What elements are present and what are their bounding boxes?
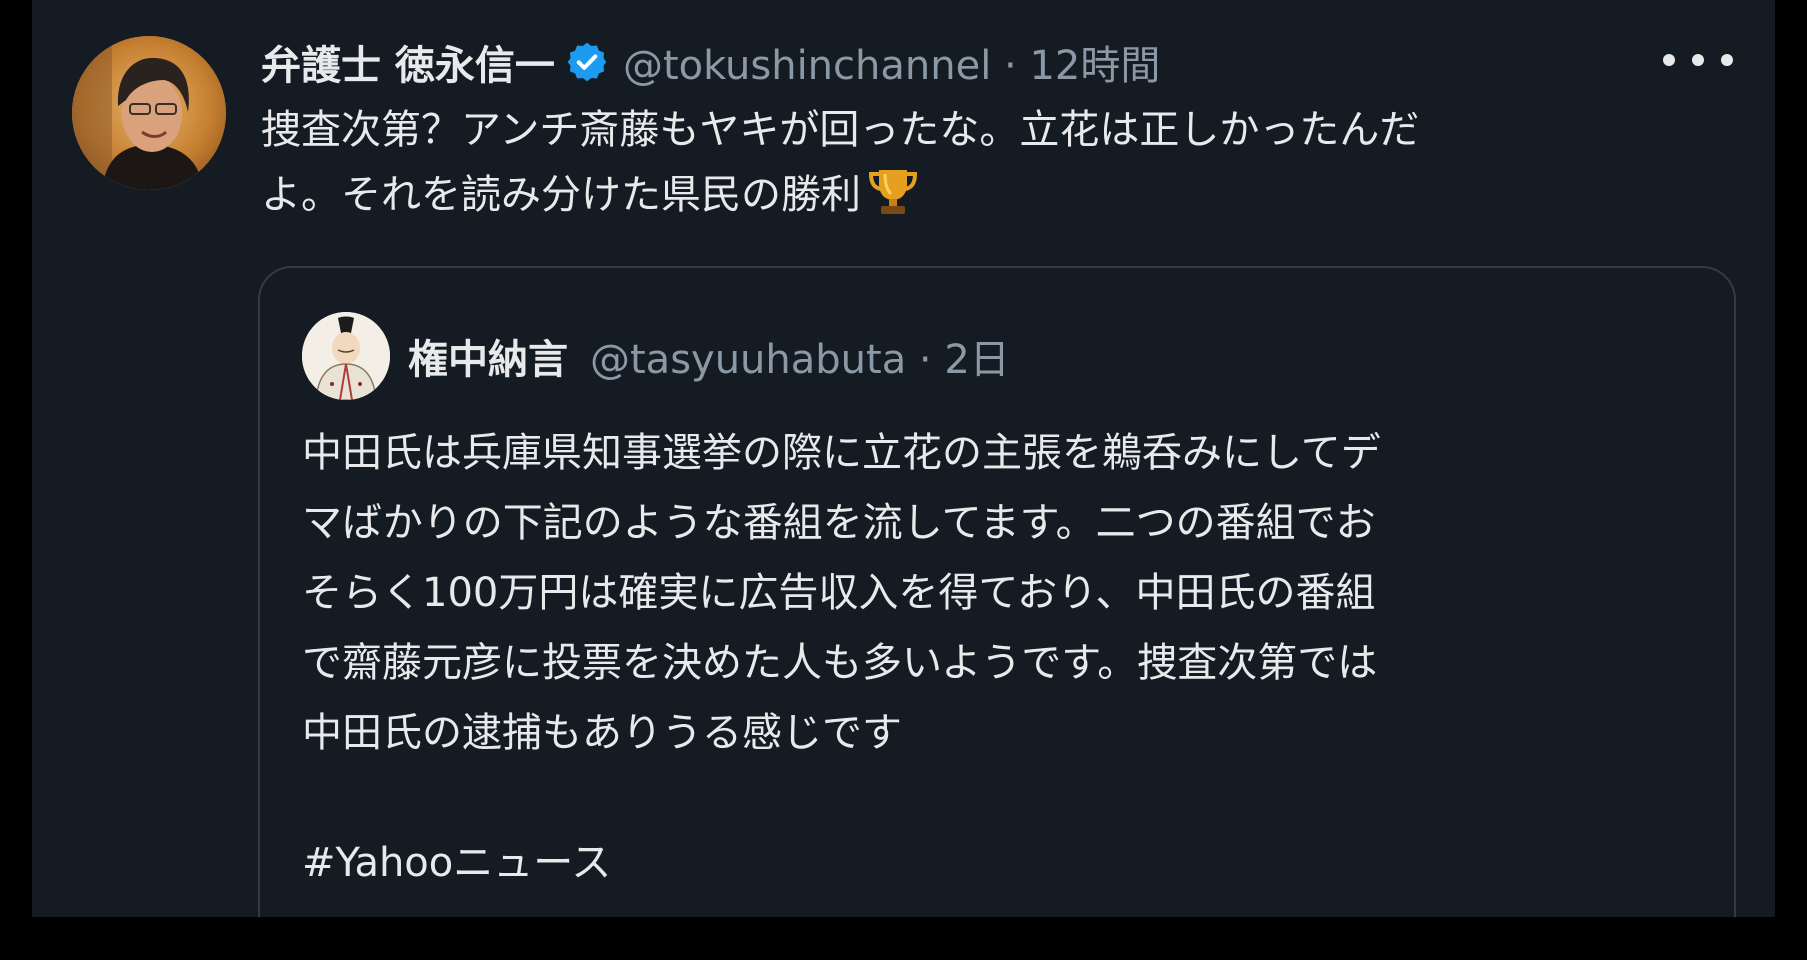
quoted-text-line: 中田氏は兵庫県知事選挙の際に立花の主張を鵜呑みにしてデ: [302, 430, 1381, 476]
more-options-icon[interactable]: [1663, 40, 1733, 80]
quoted-text-line: 中田氏の逮捕もありうる感じです: [302, 710, 902, 756]
tweet-text-line: 捜査次第？アンチ斎藤もヤキが回ったな。立花は正しかったんだ: [261, 107, 1420, 153]
tweet-header: 弁護士 徳永信一 @tokushinchannel · 12時間: [261, 32, 1160, 92]
quoted-author-avatar[interactable]: [302, 312, 390, 400]
more-dot: [1692, 54, 1704, 66]
quoted-author-display-name[interactable]: 権中納言: [408, 327, 568, 385]
quoted-text-line: で齋藤元彦に投票を決めた人も多いようです。捜査次第では: [302, 640, 1378, 686]
author-avatar-image: [72, 36, 226, 190]
more-dot: [1663, 54, 1675, 66]
tweet-text: 捜査次第？アンチ斎藤もヤキが回ったな。立花は正しかったんだ よ。それを読み分けた…: [261, 98, 1741, 227]
tweet-card[interactable]: 弁護士 徳永信一 @tokushinchannel · 12時間 捜査次第？アン…: [32, 0, 1775, 917]
quoted-tweet[interactable]: 権中納言 @tasyuuhabuta · 2日 中田氏は兵庫県知事選挙の際に立花…: [258, 266, 1736, 917]
quoted-tweet-text: 中田氏は兵庫県知事選挙の際に立花の主張を鵜呑みにしてデ マばかりの下記のような番…: [302, 418, 1702, 768]
more-dot: [1721, 54, 1733, 66]
author-handle-and-time[interactable]: @tokushinchannel · 12時間: [623, 33, 1160, 91]
verified-badge-icon: [565, 40, 609, 84]
author-avatar[interactable]: [72, 36, 226, 190]
quoted-hashtag-link[interactable]: #Yahooニュース: [302, 828, 611, 898]
quoted-text-line: そらく100万円は確実に広告収入を得ており、中田氏の番組: [302, 570, 1376, 616]
tweet-text-line: よ。それを読み分けた県民の勝利: [261, 172, 861, 218]
quoted-author-handle-and-time[interactable]: @tasyuuhabuta · 2日: [590, 327, 1010, 385]
author-display-name[interactable]: 弁護士 徳永信一: [261, 33, 555, 91]
trophy-icon: [865, 162, 921, 218]
tweet-text-line-with-emoji: よ。それを読み分けた県民の勝利: [261, 162, 1741, 227]
quoted-tweet-header: 権中納言 @tasyuuhabuta · 2日: [408, 324, 1010, 388]
quoted-avatar-image: [302, 312, 390, 400]
quoted-text-line: マばかりの下記のような番組を流してます。二つの番組でお: [302, 500, 1376, 546]
